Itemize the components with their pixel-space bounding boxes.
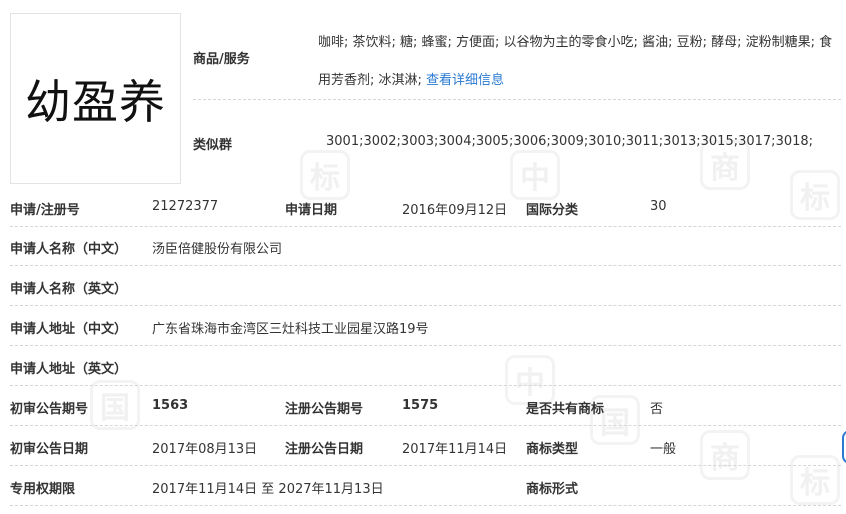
reg-date-label: 注册公告日期 <box>285 442 364 457</box>
watermark-tile: 国 <box>90 380 140 430</box>
applicant-en-label: 申请人名称（英文） <box>10 282 128 297</box>
divider <box>10 505 841 506</box>
reg-issue-label: 注册公告期号 <box>285 402 364 417</box>
divider <box>193 99 841 100</box>
prelim-issue-label: 初审公告期号 <box>10 402 89 417</box>
intl-class-value: 30 <box>650 199 667 214</box>
reg-issue-value: 1575 <box>402 398 439 413</box>
apply-date-label: 申请日期 <box>285 203 338 218</box>
mark-form-label: 商标形式 <box>526 482 579 497</box>
address-cn-value: 广东省珠海市金湾区三灶科技工业园星汉路19号 <box>152 322 429 337</box>
intl-class-label: 国际分类 <box>526 203 579 218</box>
divider <box>10 345 841 346</box>
reg-date-value: 2017年11月14日 <box>402 442 508 457</box>
exclusive-period-value: 2017年11月14日 至 2027年11月13日 <box>152 482 384 497</box>
reg-no-label: 申请/注册号 <box>10 203 80 218</box>
goods-list: 咖啡; 茶饮料; 糖; 蜂蜜; 方便面; 以谷物为主的零食小吃; 酱油; 豆粉;… <box>318 24 843 100</box>
prelim-date-label: 初审公告日期 <box>10 442 89 457</box>
divider <box>10 465 841 466</box>
watermark-tile: 标 <box>790 455 840 505</box>
reg-no-value: 21272377 <box>152 199 219 214</box>
goods-items: 咖啡; 茶饮料; 糖; 蜂蜜; 方便面; 以谷物为主的零食小吃; 酱油; 豆粉;… <box>318 35 833 88</box>
similar-group-label: 类似群 <box>193 138 233 153</box>
divider <box>10 425 841 426</box>
divider <box>10 305 841 306</box>
address-cn-label: 申请人地址（中文） <box>10 322 128 337</box>
prelim-date-value: 2017年08月13日 <box>152 442 258 457</box>
watermark-tile: 中 <box>510 150 560 200</box>
trademark-image: 幼盈养 <box>10 13 181 184</box>
mark-type-label: 商标类型 <box>526 442 579 457</box>
mark-type-value: 一般 <box>650 442 677 457</box>
view-details-link[interactable]: 查看详细信息 <box>426 73 504 88</box>
apply-date-value: 2016年09月12日 <box>402 203 508 218</box>
divider <box>10 385 841 386</box>
divider <box>10 226 841 227</box>
applicant-cn-label: 申请人名称（中文） <box>10 242 128 257</box>
prelim-issue-value: 1563 <box>152 398 189 413</box>
applicant-cn-value: 汤臣倍健股份有限公司 <box>152 242 283 257</box>
divider <box>10 265 841 266</box>
similar-group-value: 3001;3002;3003;3004;3005;3006;3009;3010;… <box>326 134 814 149</box>
exclusive-period-label: 专用权期限 <box>10 482 76 497</box>
trademark-text: 幼盈养 <box>25 74 166 129</box>
goods-label: 商品/服务 <box>193 52 250 67</box>
watermark-tile: 商 <box>700 430 750 480</box>
address-en-label: 申请人地址（英文） <box>10 362 128 377</box>
shared-value: 否 <box>650 402 664 417</box>
watermark-tile: 标 <box>300 150 350 200</box>
watermark-tile: 标 <box>790 170 840 220</box>
shared-label: 是否共有商标 <box>526 402 605 417</box>
floating-side-button[interactable] <box>842 430 846 464</box>
